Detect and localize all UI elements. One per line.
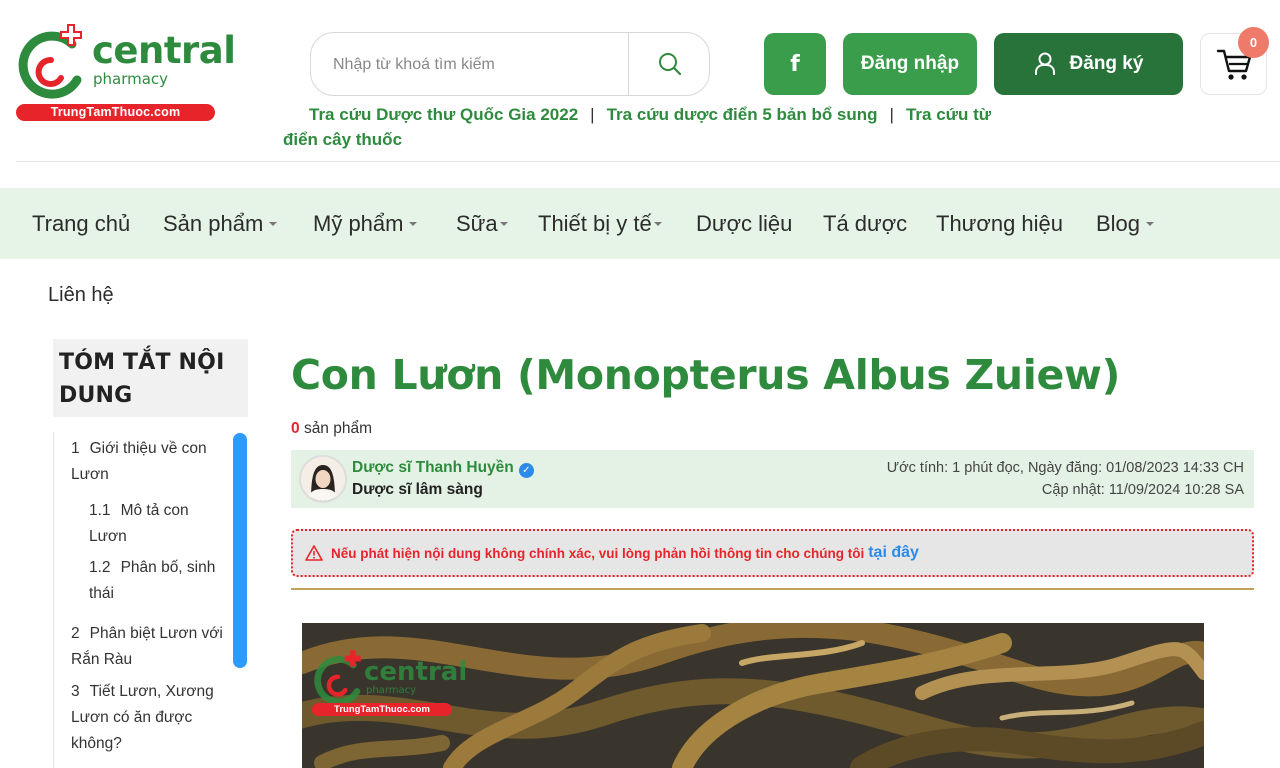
toc-title: TÓM TẮT NỘI DUNG <box>53 339 248 417</box>
nav-item-excipients[interactable]: Tá dược <box>823 188 907 259</box>
nav-item-label: Mỹ phẩm <box>313 211 404 236</box>
eels-photo <box>302 623 1204 768</box>
logo-banner: TrungTamThuoc.com <box>16 104 215 121</box>
nav-item-blog[interactable]: Blog <box>1096 188 1155 259</box>
logo-subtitle: pharmacy <box>93 70 169 88</box>
toc-item-number: 1.1 <box>89 502 111 519</box>
watermark-logo-icon <box>314 650 361 706</box>
search-button[interactable] <box>629 33 710 95</box>
toc-item[interactable]: 3 Tiết Lươn, Xương Lươn có ăn được không? <box>71 679 221 757</box>
caret-down-icon <box>499 221 508 226</box>
watermark-banner: TrungTamThuoc.com <box>312 703 452 716</box>
register-label: Đăng ký <box>1069 53 1144 74</box>
nav-item-label: Thiết bị y tế <box>538 211 652 236</box>
nav-item-cosmetics[interactable]: Mỹ phẩm <box>313 188 418 259</box>
section-divider <box>291 588 1254 590</box>
watermark-subtitle: pharmacy <box>366 685 417 696</box>
toc-item-number: 1 <box>71 440 80 457</box>
author-box: Dược sĩ Thanh Huyền ✓ Dược sĩ lâm sàng Ướ… <box>291 450 1254 508</box>
toc-item-text: Phân biệt Lươn với Rắn Ràu <box>71 625 223 668</box>
facebook-icon: f <box>790 51 800 77</box>
header-divider <box>16 161 1280 162</box>
article-meta: Ước tính: 1 phút đọc, Ngày đăng: 01/08/2… <box>887 457 1244 501</box>
article-meta-updated: Cập nhật: 11/09/2024 10:28 SA <box>1041 482 1244 498</box>
nav-item-brands[interactable]: Thương hiệu <box>936 188 1063 259</box>
logo-mark-icon <box>18 24 82 99</box>
avatar[interactable] <box>299 455 347 503</box>
warning-icon <box>305 545 323 561</box>
feedback-warning: Nếu phát hiện nội dung không chính xác, … <box>291 529 1254 577</box>
product-count: 0 sản phẩm <box>291 420 372 438</box>
nav-item-label: Dược liệu <box>696 211 793 236</box>
toc-item[interactable]: 2 Phân biệt Lươn với Rắn Ràu <box>71 621 231 673</box>
toc-item-text: Tiết Lươn, Xương Lươn có ăn được không? <box>71 683 214 752</box>
toc-item-text: Giới thiệu về con Lươn <box>71 440 207 483</box>
nav-item-label: Sản phẩm <box>163 211 264 236</box>
caret-down-icon <box>653 221 662 226</box>
feedback-link[interactable]: tại đây <box>868 544 919 562</box>
toc-item[interactable]: 1.1 Mô tả con Lươn <box>89 498 214 550</box>
watermark-wordmark: central <box>364 657 468 687</box>
nav-item-home[interactable]: Trang chủ <box>32 188 130 259</box>
author-avatar-icon <box>301 457 345 501</box>
author-name[interactable]: Dược sĩ Thanh Huyền ✓ <box>352 459 534 478</box>
caret-down-icon <box>1146 221 1155 226</box>
main-nav: Trang chủ Sản phẩm Mỹ phẩm Sữa Thiết bị … <box>0 188 1280 259</box>
nav-item-label: Thương hiệu <box>936 211 1064 236</box>
quick-link-duoc-thu[interactable]: Tra cứu Dược thư Quốc Gia 2022 <box>309 105 578 124</box>
login-button[interactable]: Đăng nhập <box>843 33 977 95</box>
caret-down-icon <box>269 221 278 226</box>
quick-links: Tra cứu Dược thư Quốc Gia 2022 | Tra cứu d… <box>283 102 1003 152</box>
toc-item-number: 3 <box>71 683 80 700</box>
login-label: Đăng nhập <box>860 53 960 74</box>
nav-item-label: Blog <box>1096 211 1141 236</box>
nav-item-products[interactable]: Sản phẩm <box>163 188 278 259</box>
toc-item-number: 2 <box>71 625 80 642</box>
quick-link-separator: | <box>590 105 595 124</box>
article-meta-published: Ước tính: 1 phút đọc, Ngày đăng: 01/08/2… <box>886 460 1244 476</box>
toc-scrollbar[interactable] <box>233 433 247 668</box>
facebook-button[interactable]: f <box>764 33 826 95</box>
author-role: Dược sĩ lâm sàng <box>352 481 483 498</box>
search-input[interactable] <box>333 51 623 79</box>
nav-item-contact[interactable]: Liên hệ <box>48 284 114 307</box>
nav-item-medical-devices[interactable]: Thiết bị y tế <box>538 188 662 259</box>
product-count-number: 0 <box>291 420 300 437</box>
nav-item-label: Tá dược <box>823 211 908 236</box>
toc-item[interactable]: 1 Giới thiệu về con Lươn <box>71 436 221 488</box>
page-title: Con Lươn (Monopterus Albus Zuiew) <box>291 351 1121 399</box>
nav-item-label: Trang chủ <box>32 211 131 236</box>
cart-count-badge: 0 <box>1238 27 1269 58</box>
nav-item-milk[interactable]: Sữa <box>456 188 508 259</box>
nav-item-label: Sữa <box>456 211 498 236</box>
nav-item-herbs[interactable]: Dược liệu <box>696 188 792 259</box>
article-hero-image: central pharmacy TrungTamThuoc.com <box>302 623 1204 768</box>
caret-down-icon <box>409 221 418 226</box>
search-icon <box>658 53 681 76</box>
register-button[interactable]: Đăng ký <box>994 33 1183 95</box>
product-count-label: sản phẩm <box>303 420 373 437</box>
verified-icon: ✓ <box>518 463 534 478</box>
quick-link-duoc-dien[interactable]: Tra cứu dược điển 5 bản bổ sung <box>607 105 878 124</box>
toc-item-number: 1.2 <box>89 559 111 576</box>
user-icon <box>1034 52 1055 75</box>
search-bar <box>310 32 710 96</box>
logo-wordmark: central <box>92 29 236 72</box>
warning-text: Nếu phát hiện nội dung không chính xác, … <box>331 545 865 561</box>
quick-link-separator: | <box>889 105 894 124</box>
logo[interactable]: central pharmacy TrungTamThuoc.com <box>15 22 236 122</box>
author-name-text: Dược sĩ Thanh Huyền <box>352 459 514 476</box>
toc-item[interactable]: 1.2 Phân bố, sinh thái <box>89 555 229 607</box>
